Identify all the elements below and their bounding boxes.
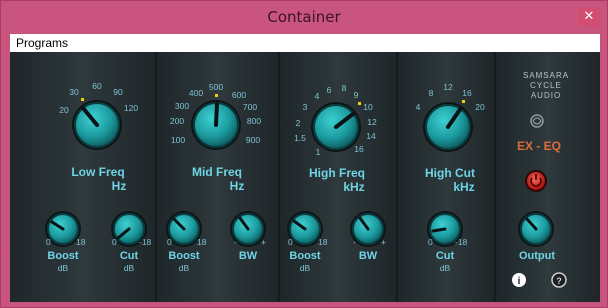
tick-label: 300 [175, 101, 189, 111]
pointer-indicator [462, 100, 465, 103]
min-label: 0 [428, 237, 433, 247]
tick-label: 600 [232, 90, 246, 100]
high-cut-unit: kHz [453, 180, 474, 194]
title-bar[interactable]: Container ✕ [1, 1, 607, 33]
min-label: 0 [46, 237, 51, 247]
tick-label: 8 [429, 88, 434, 98]
low-boost-label: Boost [47, 250, 79, 262]
max-label: 18 [76, 237, 86, 247]
high-cut-knob[interactable] [423, 102, 473, 152]
cut-unit: dB [440, 263, 451, 273]
mid-freq-unit: Hz [230, 179, 245, 193]
tick-label: 20 [59, 105, 69, 115]
help-button[interactable]: ? [551, 272, 567, 288]
low-cut-unit: dB [124, 263, 135, 273]
brand-line: AUDIO [531, 91, 561, 100]
min-label: 0 [288, 237, 293, 247]
tick-label: 800 [247, 116, 261, 126]
pointer-indicator [81, 98, 84, 101]
min-label: 0 [167, 237, 172, 247]
low-boost-unit: dB [58, 263, 69, 273]
tick-label: 9 [354, 90, 359, 100]
cut-label: Cut [436, 250, 455, 262]
plugin-window: Container ✕ Programs 20 30 60 90 120 Low… [0, 0, 608, 308]
tick-label: 400 [189, 88, 203, 98]
pointer-indicator [215, 94, 218, 97]
tick-label: 4 [416, 102, 421, 112]
high-freq-unit: kHz [343, 180, 364, 194]
high-cut-label: High Cut [425, 166, 475, 180]
tick-label: 700 [243, 102, 257, 112]
min-label: - [353, 237, 356, 247]
low-cut-label: Cut [120, 250, 139, 262]
tick-label: 16 [354, 144, 364, 154]
tick-label: 2 [296, 118, 301, 128]
eq-plugin-panel: 20 30 60 90 120 Low Freq Hz 100 200 300 … [10, 52, 600, 302]
tick-label: 12 [443, 82, 453, 92]
mid-boost-label: Boost [168, 250, 200, 262]
tick-label: 12 [367, 117, 377, 127]
tick-label: 1.5 [294, 133, 306, 143]
tick-label: 100 [171, 135, 185, 145]
tick-label: 4 [315, 91, 320, 101]
product-name: EX - EQ [517, 139, 561, 153]
menu-bar: Programs [10, 34, 600, 53]
mid-freq-knob[interactable] [191, 100, 241, 150]
tick-label: 120 [124, 103, 138, 113]
tick-label: 14 [366, 131, 376, 141]
tick-label: 1 [316, 147, 321, 157]
max-label: 18 [318, 237, 328, 247]
tick-label: 200 [170, 116, 184, 126]
tick-label: 900 [246, 135, 260, 145]
max-label: -18 [139, 237, 152, 247]
power-button[interactable] [525, 170, 547, 192]
tick-label: 6 [327, 85, 332, 95]
pointer-indicator [358, 102, 361, 105]
mid-boost-unit: dB [179, 263, 190, 273]
help-icon: ? [556, 276, 562, 286]
tick-label: 20 [475, 102, 485, 112]
high-bw-label: BW [359, 250, 378, 262]
high-boost-label: Boost [289, 250, 321, 262]
controls-layer: 20 30 60 90 120 Low Freq Hz 100 200 300 … [45, 71, 569, 288]
min-label: 0 [112, 237, 117, 247]
tick-label: 60 [92, 81, 102, 91]
close-button[interactable]: ✕ [578, 8, 600, 26]
low-freq-unit: Hz [112, 179, 127, 193]
tick-label: 8 [342, 83, 347, 93]
high-freq-label: High Freq [309, 166, 365, 180]
tick-label: 500 [209, 82, 223, 92]
tick-label: 90 [113, 87, 123, 97]
tick-label: 3 [303, 102, 308, 112]
brand-line: CYCLE [530, 81, 562, 90]
info-button[interactable]: i [512, 273, 526, 287]
swirl-icon [530, 114, 544, 128]
info-icon: i [518, 276, 521, 287]
brand-line: SAMSARA [523, 71, 569, 80]
menu-programs[interactable]: Programs [16, 36, 68, 50]
output-label: Output [519, 250, 555, 262]
max-label: 18 [197, 237, 207, 247]
low-freq-label: Low Freq [71, 165, 124, 179]
low-freq-knob[interactable] [72, 100, 122, 150]
tick-label: 16 [462, 88, 472, 98]
mid-freq-label: Mid Freq [192, 165, 242, 179]
mid-bw-label: BW [239, 250, 258, 262]
window-title: Container [267, 8, 341, 26]
tick-label: 30 [69, 87, 79, 97]
output-knob[interactable] [518, 211, 554, 247]
max-label: + [381, 237, 386, 247]
tick-label: 10 [363, 102, 373, 112]
high-boost-unit: dB [300, 263, 311, 273]
max-label: -18 [455, 237, 468, 247]
max-label: + [261, 237, 266, 247]
min-label: - [234, 237, 237, 247]
